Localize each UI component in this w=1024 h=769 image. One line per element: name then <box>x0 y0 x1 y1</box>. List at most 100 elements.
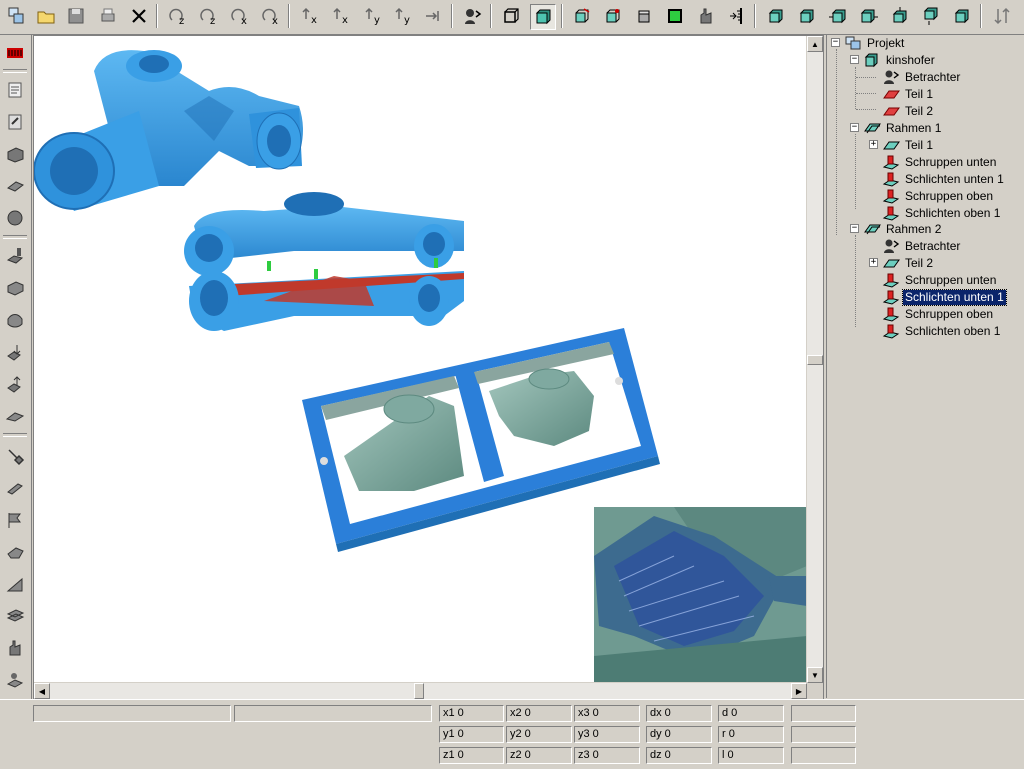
operation-icon <box>882 171 900 187</box>
tree-item-label: Teil 2 <box>905 103 934 118</box>
tree-item-teil-2[interactable]: Teil 2 <box>882 103 935 119</box>
tree-item-label: Rahmen 2 <box>886 221 942 236</box>
3d-viewport[interactable]: ▲ ▼ ◀ ▶ <box>33 35 824 700</box>
delete-icon[interactable] <box>127 4 151 28</box>
layers-icon[interactable] <box>4 605 26 627</box>
move-x-minus-icon[interactable]: x <box>329 4 353 28</box>
plane-icon[interactable] <box>4 405 26 427</box>
tree-item-rahmen2-schruppen-oben[interactable]: Schruppen oben <box>882 306 995 322</box>
tree-item-schlichten-unten-1[interactable]: Schlichten unten 1 <box>882 171 1006 187</box>
move-x-plus-icon[interactable]: x <box>298 4 322 28</box>
rotate-z-minus-icon[interactable]: z <box>196 4 220 28</box>
shaded-view-icon[interactable] <box>530 4 556 30</box>
tree-item-rahmen-1[interactable]: Rahmen 1 <box>863 120 943 136</box>
view-iso-icon[interactable] <box>570 4 594 28</box>
print-icon[interactable] <box>96 4 120 28</box>
surface-1-icon[interactable] <box>4 277 26 299</box>
tree-item-label: Projekt <box>867 35 905 50</box>
block-icon[interactable] <box>4 143 26 165</box>
svg-text:x: x <box>342 15 348 26</box>
part-split-casting[interactable] <box>184 192 464 331</box>
tree-item-rahmen2-teil-2[interactable]: Teil 2 <box>882 255 935 271</box>
view-side-icon[interactable] <box>632 4 656 28</box>
cube-view-2-icon[interactable] <box>795 4 819 28</box>
tool-path-3-icon[interactable] <box>4 373 26 395</box>
3d-scene[interactable] <box>34 36 807 683</box>
coord-dx: dx 0 <box>646 705 712 722</box>
simulation-1-icon[interactable] <box>4 669 26 691</box>
render-icon[interactable] <box>663 4 687 28</box>
milling-tool-icon[interactable] <box>4 445 26 467</box>
open-folder-icon[interactable] <box>34 4 58 28</box>
collapse-toggle[interactable]: − <box>831 38 840 47</box>
tree-item-schruppen-oben[interactable]: Schruppen oben <box>882 188 995 204</box>
status-extra-3 <box>791 747 856 764</box>
flag-icon[interactable] <box>4 509 26 531</box>
coord-d: d 0 <box>718 705 784 722</box>
surface-3-icon[interactable] <box>4 541 26 563</box>
tree-item-rahmen2-schlichten-unten-1[interactable]: Schlichten unten 1 <box>882 288 1007 306</box>
cube-view-6-icon[interactable] <box>919 4 943 28</box>
rotate-x-minus-icon[interactable]: x <box>258 4 282 28</box>
horizontal-scroll-thumb[interactable] <box>414 683 424 699</box>
edit-document-icon[interactable] <box>4 111 26 133</box>
scroll-up-arrow-icon[interactable]: ▲ <box>807 36 823 52</box>
wireframe-view-icon[interactable] <box>499 4 523 28</box>
status-extra-1 <box>791 705 856 722</box>
scroll-left-arrow-icon[interactable]: ◀ <box>34 683 50 699</box>
viewer-icon[interactable] <box>460 4 484 28</box>
scroll-corner <box>807 683 823 699</box>
rotate-x-plus-icon[interactable]: x <box>227 4 251 28</box>
ruler-icon[interactable] <box>725 4 749 28</box>
tree-item-rahmen1-teil-1[interactable]: Teil 1 <box>882 137 935 153</box>
expand-toggle[interactable]: + <box>869 258 878 267</box>
hand-icon[interactable] <box>694 4 718 28</box>
cube-view-1-icon[interactable] <box>764 4 788 28</box>
project-icon[interactable] <box>4 4 28 28</box>
slope-icon[interactable] <box>4 573 26 595</box>
tree-item-kinshofer[interactable]: kinshofer <box>863 52 937 68</box>
toolpath-simulation-inset[interactable] <box>594 507 807 683</box>
vertical-scroll-thumb[interactable] <box>807 355 823 365</box>
sort-icon[interactable] <box>990 4 1014 28</box>
tree-item-label: Betrachter <box>905 238 961 253</box>
tree-item-rahmen-2[interactable]: Rahmen 2 <box>863 221 943 237</box>
tree-item-rahmen2-schruppen-unten[interactable]: Schruppen unten <box>882 272 998 288</box>
cube-view-7-icon[interactable] <box>950 4 974 28</box>
tree-item-schlichten-oben-1[interactable]: Schlichten oben 1 <box>882 205 1002 221</box>
collapse-toggle[interactable]: − <box>850 224 859 233</box>
save-icon[interactable] <box>64 4 88 28</box>
rotate-z-plus-icon[interactable]: z <box>165 4 189 28</box>
move-end-icon[interactable] <box>421 4 445 28</box>
view-front-icon[interactable] <box>601 4 625 28</box>
tree-item-viewer[interactable]: Betrachter <box>882 69 962 85</box>
cube-view-5-icon[interactable] <box>888 4 912 28</box>
svg-text:x: x <box>241 16 247 26</box>
tree-item-rahmen2-viewer[interactable]: Betrachter <box>882 238 962 254</box>
document-icon[interactable] <box>4 79 26 101</box>
collapse-toggle[interactable]: − <box>850 55 859 64</box>
move-y-minus-icon[interactable]: y <box>391 4 415 28</box>
move-y-plus-icon[interactable]: y <box>361 4 385 28</box>
machine-icon[interactable] <box>4 41 26 63</box>
tree-item-rahmen2-schlichten-oben-1[interactable]: Schlichten oben 1 <box>882 323 1002 339</box>
scroll-right-arrow-icon[interactable]: ▶ <box>791 683 807 699</box>
tool-path-2-icon[interactable] <box>4 341 26 363</box>
collapse-toggle[interactable]: − <box>850 123 859 132</box>
sphere-icon[interactable] <box>4 207 26 229</box>
cube-view-4-icon[interactable] <box>857 4 881 28</box>
layer-icon[interactable] <box>4 175 26 197</box>
scroll-down-arrow-icon[interactable]: ▼ <box>807 667 823 683</box>
tree-item-schruppen-unten[interactable]: Schruppen unten <box>882 154 998 170</box>
cube-view-3-icon[interactable] <box>826 4 850 28</box>
expand-toggle[interactable]: + <box>869 140 878 149</box>
cut-icon[interactable] <box>4 477 26 499</box>
hand-tool-icon[interactable] <box>4 637 26 659</box>
part-assembled-casting[interactable] <box>34 50 303 211</box>
tool-path-1-icon[interactable] <box>4 245 26 267</box>
tree-item-project[interactable]: Projekt <box>844 35 906 51</box>
tree-item-teil-1[interactable]: Teil 1 <box>882 86 935 102</box>
horizontal-scrollbar[interactable]: ◀ ▶ <box>34 682 807 699</box>
vertical-scrollbar[interactable]: ▲ ▼ <box>806 36 823 683</box>
surface-2-icon[interactable] <box>4 309 26 331</box>
